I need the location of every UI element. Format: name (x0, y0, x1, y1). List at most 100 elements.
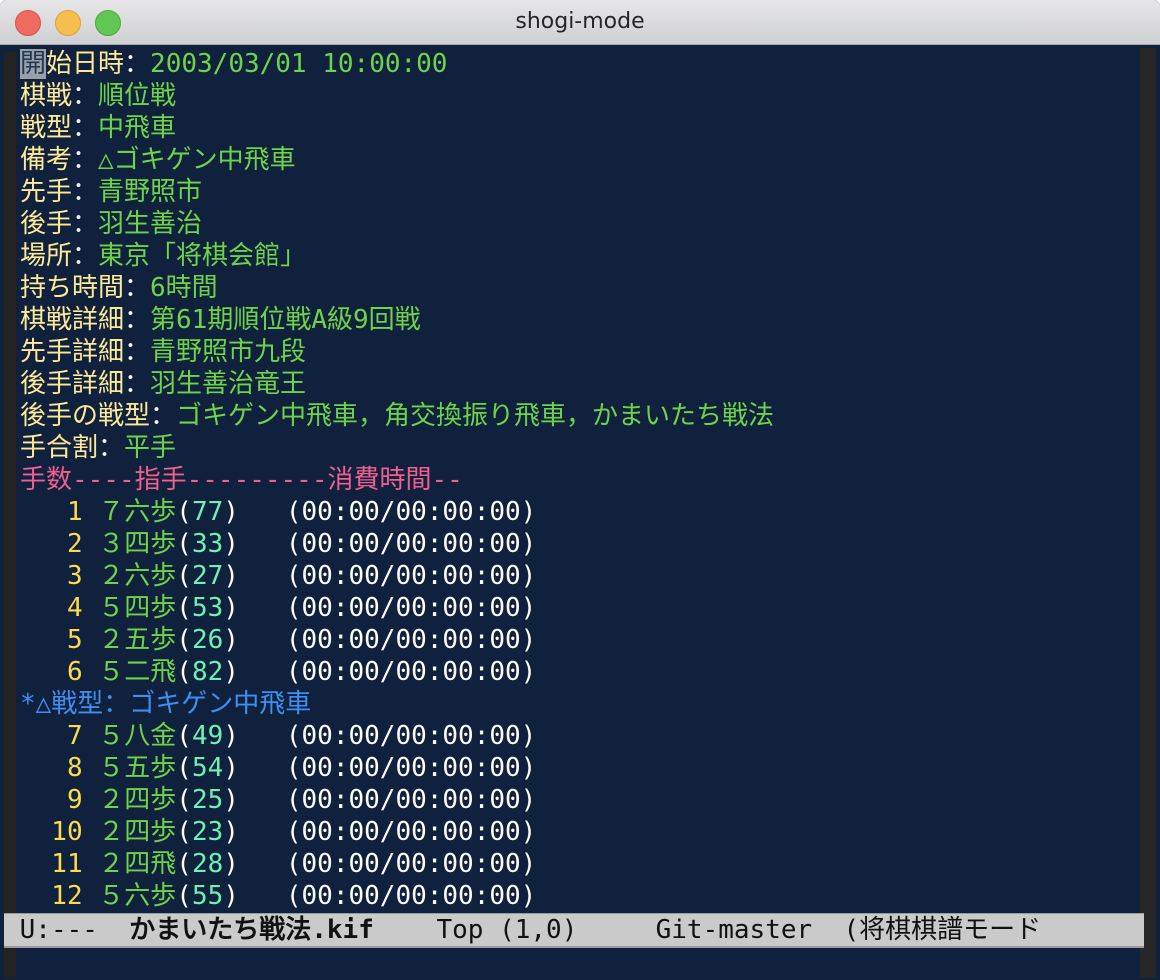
move-number: 10 (20, 817, 83, 847)
header-line: 先手：青野照市 (20, 176, 1140, 208)
paren-close: ) (223, 593, 286, 623)
header-separator: ： (72, 177, 99, 207)
move-number: 8 (20, 753, 83, 783)
move-time: (00:00/00:00:00) (285, 849, 537, 879)
move-row[interactable]: 9 ２四歩(25) (00:00/00:00:00) (20, 784, 1140, 816)
header-key: 後手の戦型 (20, 401, 151, 431)
header-separator: ： (124, 369, 151, 399)
cursor: 開 (20, 49, 47, 79)
header-separator: ： (124, 273, 151, 303)
move-time: (00:00/00:00:00) (285, 625, 537, 655)
header-value: ゴキゲン中飛車，角交換振り飛車，かまいたち戦法 (176, 401, 775, 431)
move-notation: ５二飛 (82, 657, 177, 687)
header-value: 羽生善治 (98, 209, 203, 239)
move-row[interactable]: 11 ２四飛(28) (00:00/00:00:00) (20, 848, 1140, 880)
move-number: 12 (20, 881, 83, 911)
header-value: 東京「将棋会館」 (98, 241, 307, 271)
paren-open: ( (176, 817, 192, 847)
move-number: 5 (20, 625, 83, 655)
paren-open: ( (176, 561, 192, 591)
title-bar: shogi-mode (0, 0, 1160, 45)
move-time: (00:00/00:00:00) (285, 593, 537, 623)
header-value: 6時間 (150, 273, 218, 303)
move-from: 77 (191, 497, 224, 527)
move-number: 11 (20, 849, 83, 879)
header-key: 始日時 (46, 49, 125, 79)
kif-buffer[interactable]: 開始日時：2003/03/01 10:00:00 棋戦：順位戦 戦型：中飛車 備考：△… (20, 48, 1140, 912)
paren-close: ) (223, 625, 286, 655)
move-row[interactable]: 2 ３四歩(33) (00:00/00:00:00) (20, 528, 1140, 560)
move-number: 2 (20, 529, 83, 559)
moves-table-header: 手数----指手---------消費時間-- (20, 465, 463, 495)
paren-close: ) (223, 881, 286, 911)
header-key: 持ち時間 (20, 273, 125, 303)
move-from: 55 (191, 881, 224, 911)
move-row[interactable]: 1 ７六歩(77) (00:00/00:00:00) (20, 496, 1140, 528)
move-row[interactable]: 12 ５六歩(55) (00:00/00:00:00) (20, 880, 1140, 912)
move-row[interactable]: 8 ５五歩(54) (00:00/00:00:00) (20, 752, 1140, 784)
paren-open: ( (176, 657, 192, 687)
header-key: 棋戦詳細 (20, 305, 125, 335)
move-notation: ５八金 (82, 721, 177, 751)
header-value: 中飛車 (98, 113, 177, 143)
header-line: 棋戦：順位戦 (20, 80, 1140, 112)
move-from: 26 (191, 625, 224, 655)
move-notation: ２五歩 (82, 625, 177, 655)
header-separator: ： (124, 49, 151, 79)
move-number: 7 (20, 721, 83, 751)
move-notation: ３四歩 (82, 529, 177, 559)
move-time: (00:00/00:00:00) (285, 753, 537, 783)
move-row[interactable]: 3 ２六歩(27) (00:00/00:00:00) (20, 560, 1140, 592)
header-line: 棋戦詳細：第61期順位戦A級9回戦 (20, 304, 1140, 336)
header-separator: ： (72, 209, 99, 239)
header-value: 2003/03/01 10:00:00 (150, 49, 448, 79)
header-value: △ゴキゲン中飛車 (98, 145, 296, 175)
move-row[interactable]: 10 ２四歩(23) (00:00/00:00:00) (20, 816, 1140, 848)
header-key: 手合割 (20, 433, 99, 463)
move-time: (00:00/00:00:00) (285, 881, 537, 911)
header-value: 羽生善治竜王 (150, 369, 307, 399)
header-key: 先手詳細 (20, 337, 125, 367)
paren-open: ( (176, 753, 192, 783)
header-value: 青野照市 (98, 177, 203, 207)
modeline-filename: かまいたち戦法.kif (129, 915, 374, 945)
header-line: 持ち時間：6時間 (20, 272, 1140, 304)
header-line: 開始日時：2003/03/01 10:00:00 (20, 48, 1140, 80)
modeline-vc: Git-master (655, 915, 844, 945)
paren-open: ( (176, 881, 192, 911)
header-line: 手合割：平手 (20, 432, 1140, 464)
paren-open: ( (176, 625, 192, 655)
move-notation: ５六歩 (82, 881, 177, 911)
header-line: 後手の戦型：ゴキゲン中飛車，角交換振り飛車，かまいたち戦法 (20, 400, 1140, 432)
move-from: 49 (191, 721, 224, 751)
minibuffer[interactable] (20, 948, 1140, 978)
move-from: 53 (191, 593, 224, 623)
paren-open: ( (176, 593, 192, 623)
move-notation: ５五歩 (82, 753, 177, 783)
move-time: (00:00/00:00:00) (285, 721, 537, 751)
paren-open: ( (176, 529, 192, 559)
move-notation: ５四歩 (82, 593, 177, 623)
header-separator: ： (72, 145, 99, 175)
move-row[interactable]: 5 ２五歩(26) (00:00/00:00:00) (20, 624, 1140, 656)
move-notation: ２六歩 (82, 561, 177, 591)
header-key: 後手 (20, 209, 73, 239)
header-separator: ： (124, 337, 151, 367)
move-from: 82 (191, 657, 224, 687)
header-line: 後手：羽生善治 (20, 208, 1140, 240)
move-from: 25 (191, 785, 224, 815)
header-value: 青野照市九段 (150, 337, 307, 367)
move-number: 6 (20, 657, 83, 687)
move-number: 9 (20, 785, 83, 815)
move-from: 28 (191, 849, 224, 879)
move-from: 54 (191, 753, 224, 783)
move-row[interactable]: 6 ５二飛(82) (00:00/00:00:00) (20, 656, 1140, 688)
move-notation: ７六歩 (82, 497, 177, 527)
move-row[interactable]: 4 ５四歩(53) (00:00/00:00:00) (20, 592, 1140, 624)
paren-close: ) (223, 849, 286, 879)
move-row[interactable]: 7 ５八金(49) (00:00/00:00:00) (20, 720, 1140, 752)
move-time: (00:00/00:00:00) (285, 561, 537, 591)
header-separator: ： (150, 401, 177, 431)
move-time: (00:00/00:00:00) (285, 657, 537, 687)
header-key: 棋戦 (20, 81, 73, 111)
